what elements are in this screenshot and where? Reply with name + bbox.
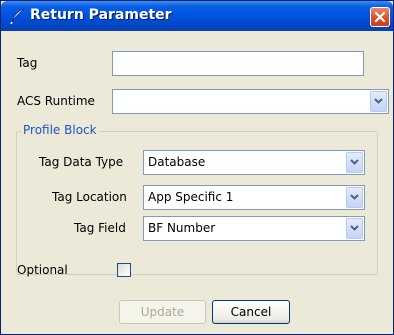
chevron-down-icon: [350, 194, 359, 200]
tag-label: Tag: [17, 56, 38, 70]
chevron-down-icon: [374, 98, 383, 104]
tag-location-select[interactable]: App Specific 1: [143, 185, 365, 210]
tag-data-type-label: Tag Data Type: [39, 155, 124, 169]
tag-input[interactable]: [112, 51, 364, 76]
chevron-down-icon: [350, 225, 359, 231]
return-parameter-dialog: Return Parameter Tag ACS Runtime Profile…: [0, 0, 394, 335]
profile-block-title: Profile Block: [21, 123, 99, 137]
dialog-body: Tag ACS Runtime Profile Block Tag Data T…: [1, 31, 393, 334]
chevron-down-icon: [350, 159, 359, 165]
tag-location-label: Tag Location: [52, 190, 127, 204]
quill-pen-icon: [9, 7, 27, 25]
acs-runtime-dropdown-button[interactable]: [370, 91, 387, 112]
tag-data-type-value: Database: [148, 155, 206, 169]
title-bar[interactable]: Return Parameter: [1, 1, 393, 31]
window-title: Return Parameter: [30, 7, 172, 23]
tag-location-dropdown-button[interactable]: [346, 187, 363, 208]
tag-data-type-dropdown-button[interactable]: [346, 152, 363, 173]
tag-field-select[interactable]: BF Number: [143, 216, 365, 241]
optional-checkbox[interactable]: [117, 263, 131, 277]
update-button[interactable]: Update: [119, 300, 206, 324]
tag-data-type-select[interactable]: Database: [143, 150, 365, 175]
acs-runtime-label: ACS Runtime: [17, 94, 95, 108]
tag-field-value: BF Number: [148, 221, 216, 235]
close-icon: [374, 11, 386, 23]
tag-field-label: Tag Field: [74, 221, 126, 235]
optional-label: Optional: [17, 263, 68, 277]
tag-location-value: App Specific 1: [148, 190, 234, 204]
cancel-button[interactable]: Cancel: [212, 300, 290, 324]
close-button[interactable]: [370, 7, 390, 27]
acs-runtime-select[interactable]: [112, 89, 389, 114]
tag-field-dropdown-button[interactable]: [346, 218, 363, 239]
